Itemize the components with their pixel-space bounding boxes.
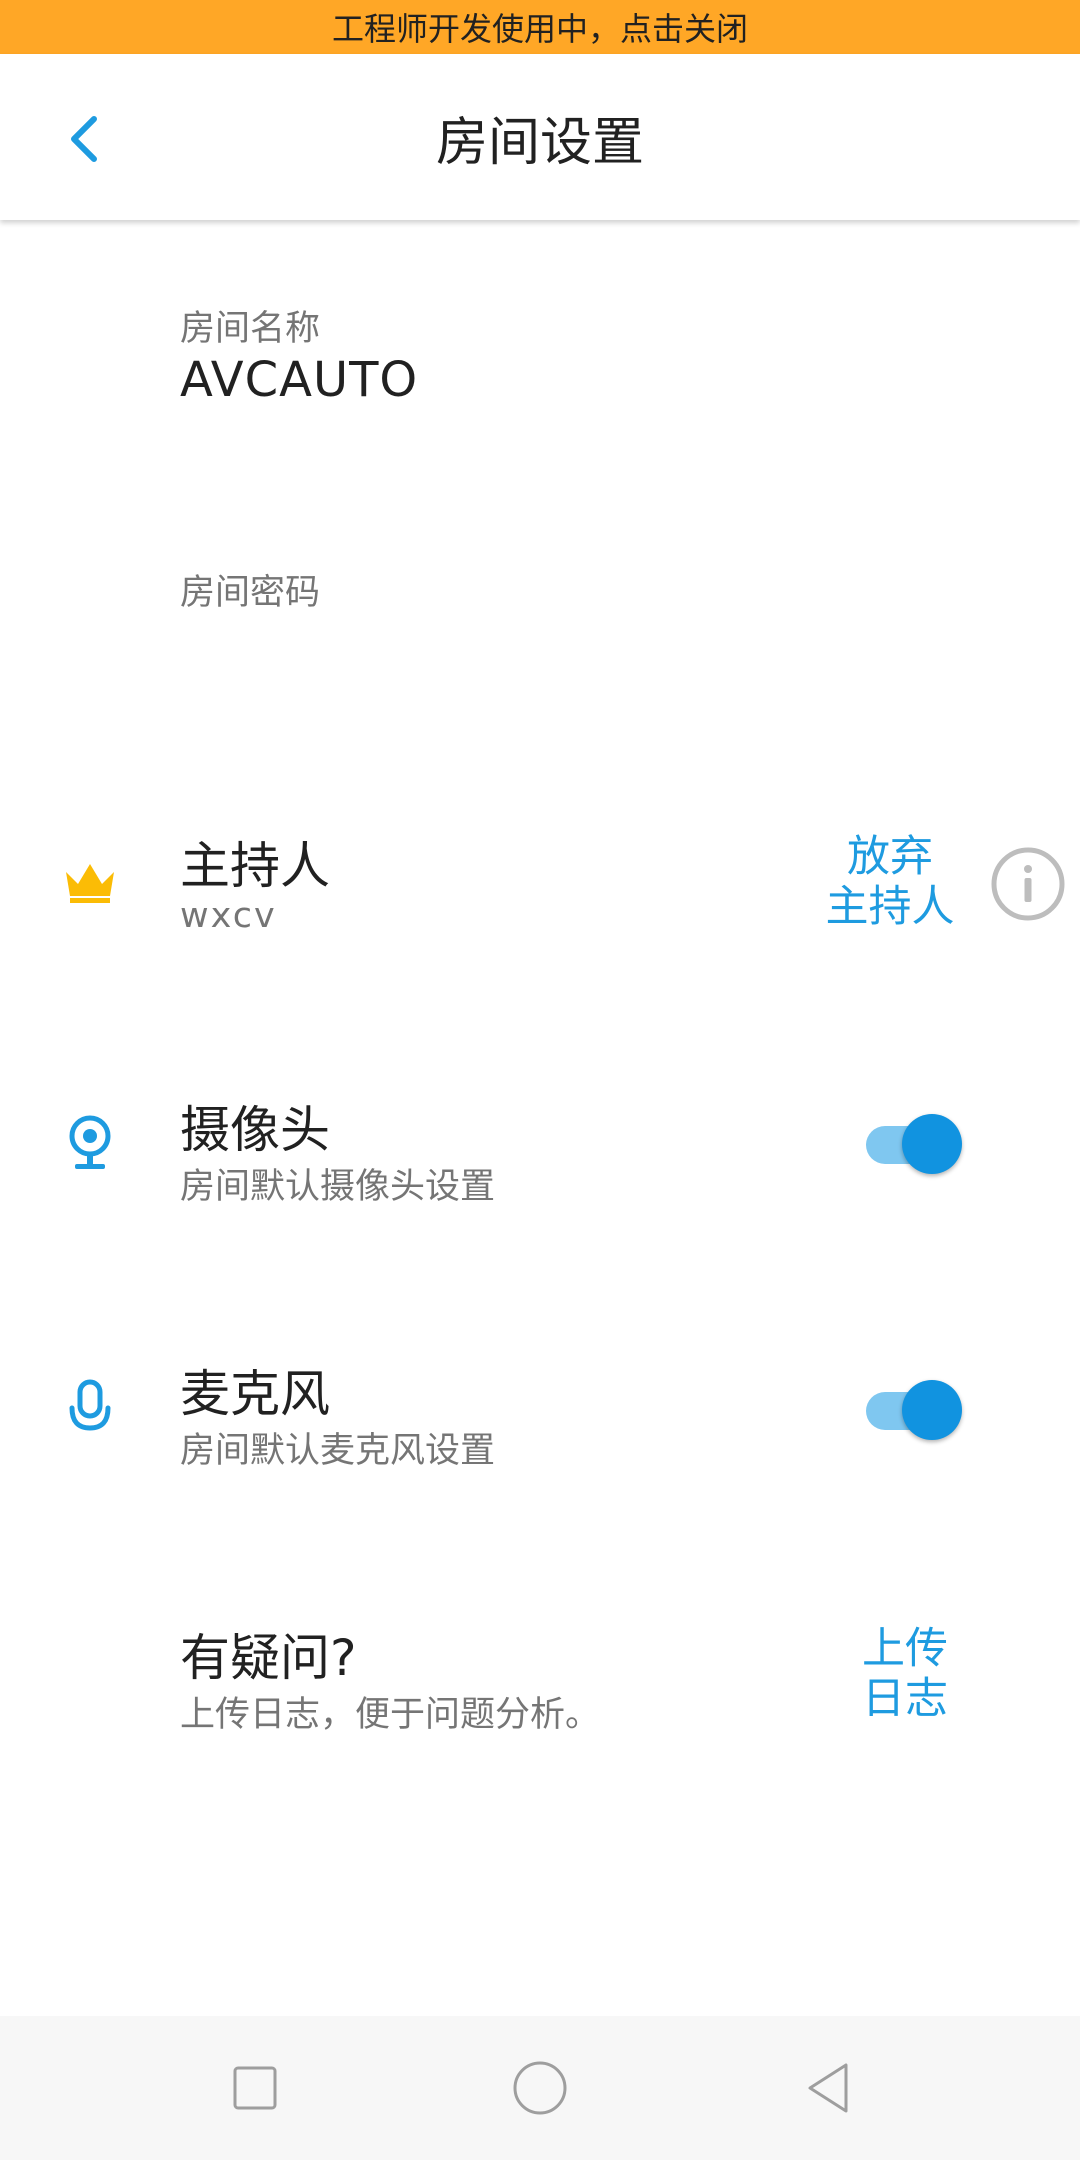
info-button[interactable]	[988, 844, 1068, 924]
recents-icon	[233, 2066, 277, 2110]
microphone-icon	[60, 1378, 120, 1438]
home-icon	[513, 2061, 567, 2115]
recents-button[interactable]	[219, 2052, 291, 2124]
room-name-value[interactable]: AVCAUTO	[180, 352, 418, 408]
camera-subtitle: 房间默认摄像头设置	[180, 1167, 496, 1207]
upload-log-button[interactable]: 上传 日志	[850, 1624, 960, 1724]
upload-log-line1: 上传	[862, 1624, 948, 1674]
room-name-label: 房间名称	[180, 309, 321, 349]
host-title: 主持人	[180, 837, 330, 895]
feedback-title: 有疑问?	[180, 1629, 357, 1687]
home-button[interactable]	[504, 2052, 576, 2124]
camera-title: 摄像头	[180, 1101, 330, 1159]
microphone-subtitle: 房间默认麦克风设置	[180, 1431, 496, 1471]
room-password-value[interactable]	[180, 616, 580, 672]
webcam-icon	[60, 1114, 120, 1174]
info-icon	[991, 847, 1065, 921]
microphone-title: 麦克风	[180, 1365, 330, 1423]
crown-icon	[60, 852, 120, 912]
developer-mode-banner[interactable]: 工程师开发使用中，点击关闭	[0, 0, 1080, 54]
microphone-toggle[interactable]	[862, 1378, 962, 1444]
page-title: 房间设置	[435, 112, 644, 173]
host-name: wxcv	[180, 896, 277, 936]
banner-text: 工程师开发使用中，点击关闭	[331, 10, 748, 48]
app-bar: 房间设置	[0, 54, 1080, 220]
back-icon	[808, 2063, 848, 2113]
abandon-host-button[interactable]: 放弃 主持人	[820, 832, 960, 932]
microphone-toggle-thumb	[902, 1380, 962, 1440]
system-navigation-bar	[0, 2016, 1080, 2160]
camera-toggle-thumb	[902, 1114, 962, 1174]
abandon-host-line1: 放弃	[847, 832, 933, 882]
abandon-host-line2: 主持人	[825, 882, 955, 932]
camera-toggle[interactable]	[862, 1112, 962, 1178]
back-nav-button[interactable]	[794, 2052, 866, 2124]
feedback-subtitle: 上传日志，便于问题分析。	[180, 1695, 601, 1735]
upload-log-line2: 日志	[862, 1674, 948, 1724]
room-password-label: 房间密码	[180, 573, 321, 613]
